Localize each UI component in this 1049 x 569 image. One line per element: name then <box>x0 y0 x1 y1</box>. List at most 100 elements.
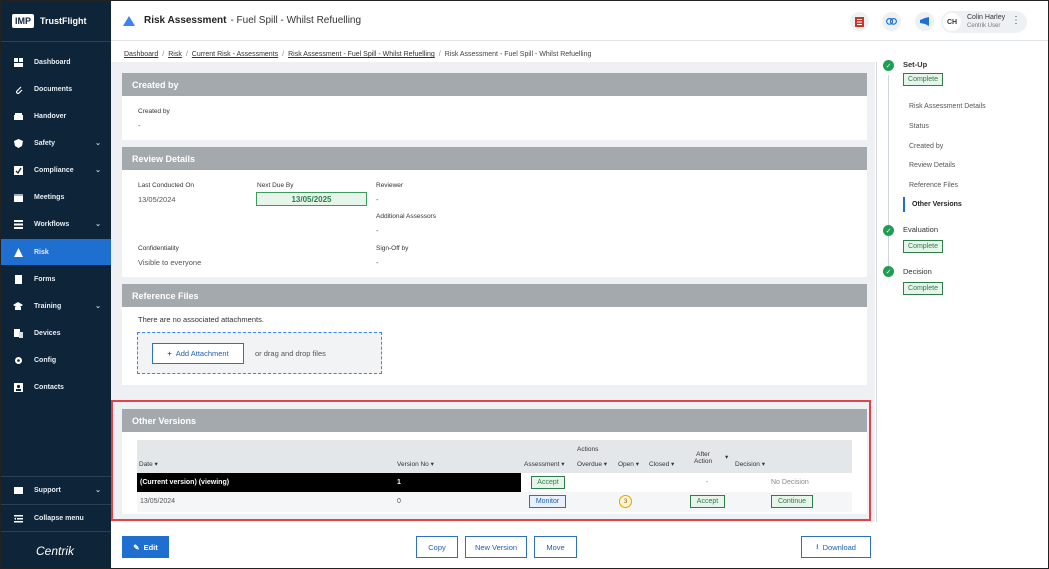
sidebar-item-label: Collapse menu <box>34 514 84 522</box>
sidebar-item-compliance[interactable]: Compliance ⌄ <box>1 157 111 183</box>
warning-icon <box>13 247 23 257</box>
step-decision[interactable]: Decision <box>903 267 932 276</box>
check-icon: ✓ <box>883 225 894 236</box>
config-icon <box>13 356 23 365</box>
top-header: Risk Assessment - Fuel Spill - Whilst Re… <box>111 1 1048 41</box>
chevron-down-icon: ⌄ <box>95 303 101 310</box>
sidebar-item-dashboard[interactable]: Dashboard <box>1 49 111 75</box>
check-icon: ✓ <box>883 266 894 277</box>
sidebar-item-label: Risk <box>34 248 49 256</box>
sub-nav-reference-files[interactable]: Reference Files <box>903 179 1023 191</box>
centrik-logo: Centrik <box>36 544 75 558</box>
dashboard-icon <box>13 57 23 67</box>
brand-name: TrustFlight <box>40 16 87 26</box>
created-by-label: Created by <box>138 108 170 115</box>
decision-status-badge: Complete <box>903 282 943 295</box>
step-setup[interactable]: Set-Up <box>903 60 927 69</box>
user-menu[interactable]: CH Colin Harley Centrik User ⋮ <box>941 11 1027 33</box>
step-evaluation[interactable]: Evaluation <box>903 225 938 234</box>
more-options-icon[interactable]: ⋮ <box>1011 15 1021 26</box>
sub-nav-other-versions[interactable]: Other Versions <box>903 197 1023 212</box>
collapse-menu-button[interactable]: Collapse menu <box>1 505 111 531</box>
no-attachments-text: There are no associated attachments. <box>138 315 264 324</box>
sidebar-item-label: Meetings <box>34 193 65 201</box>
sidebar-item-label: Documents <box>34 85 73 93</box>
workflow-icon <box>13 219 23 229</box>
next-due-label: Next Due By <box>257 182 294 189</box>
breadcrumb-dashboard[interactable]: Dashboard <box>124 51 158 58</box>
sub-nav-risk-assessment-details[interactable]: Risk Assessment Details <box>903 100 1023 112</box>
section-header: Created by <box>122 73 867 96</box>
page-title-main: Risk Assessment <box>144 15 227 26</box>
sidebar-item-config[interactable]: Config <box>1 347 111 373</box>
last-conducted-label: Last Conducted On <box>138 182 195 189</box>
plus-icon: + <box>167 349 172 358</box>
last-conducted-value: 13/05/2024 <box>138 195 176 204</box>
report-icon[interactable] <box>850 12 869 31</box>
signoff-label: Sign-Off by <box>376 245 409 252</box>
shield-icon <box>13 138 23 148</box>
sidebar-item-label: Handover <box>34 112 67 120</box>
sidebar-item-contacts[interactable]: Contacts <box>1 374 111 400</box>
sidebar-item-safety[interactable]: Safety ⌄ <box>1 130 111 156</box>
megaphone-icon[interactable] <box>915 12 934 31</box>
download-button[interactable]: ⭳ Download <box>801 536 871 558</box>
breadcrumb-current: Risk Assessment - Fuel Spill - Whilst Re… <box>444 51 592 58</box>
calendar-icon <box>13 193 23 202</box>
sidebar-item-label: Contacts <box>34 383 64 391</box>
devices-icon <box>13 328 23 338</box>
brand[interactable]: IMP TrustFlight <box>1 1 111 41</box>
review-details-card: Review Details <box>122 147 867 277</box>
drag-drop-text: or drag and drop files <box>255 349 326 358</box>
reviewer-label: Reviewer <box>376 182 404 189</box>
edit-icon: ✎ <box>133 542 140 552</box>
section-header: Reference Files <box>122 284 867 307</box>
user-name: Colin Harley <box>967 14 1006 21</box>
contacts-icon <box>13 382 23 392</box>
sidebar-item-workflows[interactable]: Workflows ⌄ <box>1 211 111 237</box>
sidebar-item-label: Training <box>34 302 62 310</box>
copy-button[interactable]: Copy <box>416 536 458 558</box>
setup-status-badge: Complete <box>903 73 943 86</box>
compliance-icon <box>13 165 23 175</box>
sub-nav-created-by[interactable]: Created by <box>903 140 1023 152</box>
paperclip-icon <box>13 85 23 94</box>
signoff-value: - <box>376 258 379 267</box>
avatar: CH <box>943 13 961 31</box>
check-icon: ✓ <box>883 60 894 71</box>
file-drop-zone[interactable]: + Add Attachment or drag and drop files <box>137 332 382 374</box>
sub-nav-review-details[interactable]: Review Details <box>903 159 1023 171</box>
sidebar-item-documents[interactable]: Documents <box>1 76 111 102</box>
chevron-down-icon: ⌄ <box>95 140 101 147</box>
sidebar-item-label: Forms <box>34 275 56 283</box>
created-by-card: Created by <box>122 73 867 140</box>
move-button[interactable]: Move <box>534 536 577 558</box>
sidebar-item-devices[interactable]: Devices <box>1 320 111 346</box>
sub-nav-status[interactable]: Status <box>903 120 1023 132</box>
imp-logo: IMP <box>12 14 35 28</box>
sidebar-item-label: Config <box>34 356 57 364</box>
page-title-sub: - Fuel Spill - Whilst Refuelling <box>230 15 362 26</box>
additional-assessors-label: Additional Assessors <box>376 213 436 220</box>
breadcrumb-risk[interactable]: Risk <box>168 51 182 58</box>
sidebar-item-support[interactable]: Support ⌄ <box>1 477 111 503</box>
breadcrumb-current-risk[interactable]: Current Risk - Assessments <box>192 51 278 58</box>
sidebar-item-forms[interactable]: Forms <box>1 266 111 292</box>
created-by-value: - <box>138 121 141 130</box>
next-due-badge: 13/05/2025 <box>256 192 367 206</box>
chevron-down-icon: ⌄ <box>95 221 101 228</box>
section-header: Review Details <box>122 147 867 170</box>
forms-icon <box>13 274 23 284</box>
sidebar-item-handover[interactable]: Handover <box>1 103 111 129</box>
new-version-button[interactable]: New Version <box>465 536 527 558</box>
add-attachment-button[interactable]: + Add Attachment <box>152 343 244 364</box>
reviewer-value: - <box>376 195 379 204</box>
sidebar-item-meetings[interactable]: Meetings <box>1 184 111 210</box>
sidebar-item-risk[interactable]: Risk <box>1 239 111 265</box>
sidebar-item-training[interactable]: Training ⌄ <box>1 293 111 319</box>
collapse-icon <box>13 514 23 523</box>
breadcrumb-assessment[interactable]: Risk Assessment - Fuel Spill - Whilst Re… <box>288 51 435 58</box>
breadcrumb: Dashboard / Risk / Current Risk - Assessment… <box>124 51 592 58</box>
link-icon[interactable] <box>882 12 901 31</box>
edit-button[interactable]: ✎ Edit <box>122 536 169 558</box>
